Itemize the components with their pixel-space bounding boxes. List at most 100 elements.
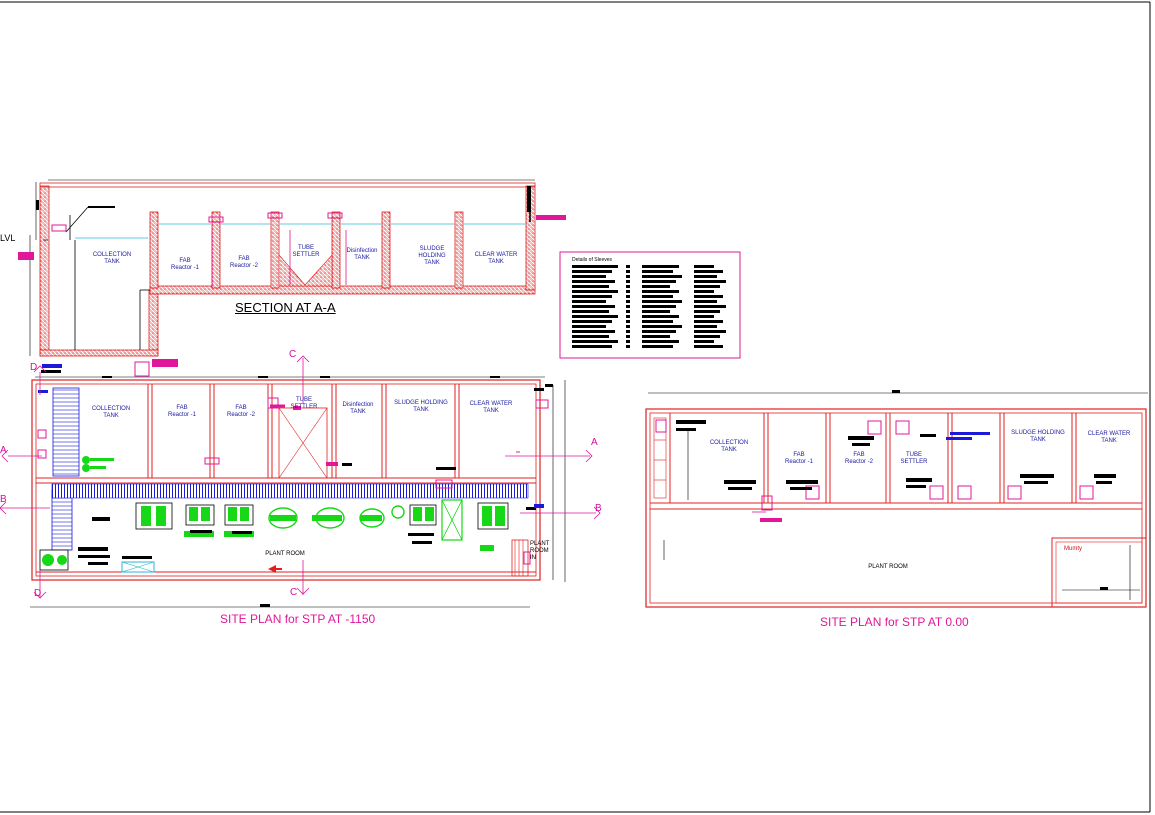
sleeve-cell — [694, 300, 717, 303]
sleeve-cell — [642, 310, 670, 313]
sleeve-cell — [572, 270, 612, 273]
plan2-tank-clear-water: CLEAR WATER TANK — [1080, 431, 1138, 445]
sleeve-cell — [694, 290, 714, 293]
sleeve-cell — [626, 345, 630, 348]
sleeve-cell — [626, 330, 630, 333]
sleeve-cell — [626, 265, 630, 268]
plan1-plant-room-in: PLANT ROOM IN — [530, 541, 554, 562]
sleeve-cell — [642, 345, 673, 348]
sleeve-cell — [642, 320, 673, 323]
plan1-tank-clear-water: CLEAR WATER TANK — [462, 401, 520, 415]
section-tank-tube-line1: TUBE — [297, 245, 314, 251]
plan1-tank-disinfection-line2: TANK — [350, 409, 366, 415]
sleeve-cell — [694, 340, 714, 343]
plan1-tank-sludge-line2: TANK — [413, 407, 429, 413]
plan2-tank-fab2-line1: FAB — [853, 452, 865, 458]
sleeve-cell — [626, 325, 630, 328]
section-tank-sludge-line1: SLUDGE — [419, 246, 445, 252]
section-mark-c-bottom: C — [290, 587, 298, 598]
section-tank-collection: COLLECTION TANK — [86, 252, 138, 266]
plan1-tank-clear-line2: TANK — [483, 408, 499, 414]
level-label: LVL — [0, 233, 15, 243]
section-tank-disinfection: Disinfection TANK — [340, 248, 384, 262]
section-tank-sludge-line2: HOLDING — [418, 253, 446, 259]
sleeves-heading: Details of Sleeves — [572, 257, 613, 263]
sleeve-cell — [694, 265, 714, 268]
sleeve-cell — [626, 270, 630, 273]
plan1-plant-room: PLANT ROOM — [265, 551, 305, 557]
sleeve-cell — [572, 325, 606, 328]
plan1-plant-room-in-line1: PLANT — [530, 541, 550, 547]
sleeve-cell — [694, 325, 717, 328]
sleeve-cell — [694, 315, 714, 318]
plan2-tank-tube-line2: SETTLER — [900, 459, 928, 465]
sleeve-cell — [572, 285, 609, 288]
sleeve-cell — [694, 295, 723, 298]
section-tank-fab1-line2: Reactor -1 — [170, 265, 199, 271]
sleeve-cell — [572, 265, 618, 268]
section-title: SECTION AT A-A — [235, 300, 336, 315]
plan1-tank-tube-line2: SETTLER — [290, 404, 318, 410]
sleeve-cell — [626, 320, 630, 323]
section-tank-collection-line2: TANK — [104, 259, 120, 265]
sleeve-cell — [626, 315, 630, 318]
section-tank-tube-settler: TUBE SETTLER — [283, 245, 329, 259]
sleeve-cell — [626, 290, 630, 293]
sleeve-rows — [572, 265, 726, 348]
site-plan-0-00 — [645, 390, 1148, 608]
plan2-tank-collection-line2: TANK — [721, 447, 737, 453]
plan2-tank-sludge-line1: SLUDGE HOLDING — [1011, 430, 1065, 436]
sleeve-cell — [694, 305, 726, 308]
section-mark-d-top: D — [30, 362, 38, 373]
section-a-a: LVL — [0, 179, 566, 367]
plan1-tank-sludge: SLUDGE HOLDING TANK — [388, 400, 454, 414]
plan1-tank-fab1-line1: FAB — [176, 405, 188, 411]
sleeve-cell — [694, 280, 726, 283]
plan1-tank-collection: COLLECTION TANK — [84, 406, 138, 420]
plan1-title: SITE PLAN for STP AT -1150 — [220, 612, 376, 626]
plan2-tank-tube-line1: TUBE — [905, 452, 922, 458]
sleeve-cell — [572, 315, 618, 318]
sleeve-cell — [572, 340, 618, 343]
sleeves-legend: Details of Sleeves — [559, 251, 741, 359]
sleeve-cell — [572, 345, 612, 348]
section-tank-fab1: FAB Reactor -1 — [162, 258, 208, 272]
section-tank-fab1-line1: FAB — [179, 258, 191, 264]
plan1-tank-sludge-line1: SLUDGE HOLDING — [394, 400, 448, 406]
sleeve-cell — [642, 290, 679, 293]
plan1-tank-fab2: FAB Reactor -2 — [218, 405, 264, 419]
plan2-tank-collection: COLLECTION TANK — [700, 440, 758, 454]
sleeve-cell — [572, 310, 609, 313]
plan2-tank-collection-line1: COLLECTION — [709, 440, 749, 446]
plan2-tank-tube-settler: TUBE SETTLER — [894, 452, 934, 466]
sleeve-cell — [694, 285, 720, 288]
sleeve-cell — [642, 340, 679, 343]
section-tank-fab2: FAB Reactor -2 — [221, 256, 267, 270]
sleeve-cell — [572, 290, 618, 293]
sleeve-cell — [642, 300, 682, 303]
sleeve-cell — [694, 335, 720, 338]
plan2-title: SITE PLAN for STP AT 0.00 — [820, 615, 969, 629]
sleeve-cell — [626, 305, 630, 308]
sleeve-cell — [642, 285, 670, 288]
sleeve-cell — [642, 330, 676, 333]
section-tank-clear-line1: CLEAR WATER — [474, 252, 518, 258]
plan2-tank-clear-line1: CLEAR WATER — [1087, 431, 1131, 437]
plan1-tank-collection-line1: COLLECTION — [91, 406, 131, 412]
sleeve-cell — [626, 310, 630, 313]
plan2-tank-fab1: FAB Reactor -1 — [776, 452, 822, 466]
section-tank-disinfection-line1: Disinfection — [346, 248, 378, 254]
plan1-tank-fab2-line2: Reactor -2 — [226, 412, 255, 418]
plan2-tank-fab1-line1: FAB — [793, 452, 805, 458]
plan1-tank-fab2-line1: FAB — [235, 405, 247, 411]
plan2-tank-fab2: FAB Reactor -2 — [836, 452, 882, 466]
sleeve-cell — [642, 305, 676, 308]
sleeve-cell — [626, 340, 630, 343]
sleeve-cell — [572, 280, 615, 283]
sleeve-cell — [642, 270, 673, 273]
sleeve-cell — [694, 345, 723, 348]
section-mark-c-top: C — [289, 349, 297, 360]
sleeve-cell — [626, 280, 630, 283]
plan1-plant-room-in-line3: IN — [530, 555, 536, 561]
plan1-tank-tube-settler: TUBE SETTLER — [282, 397, 326, 411]
